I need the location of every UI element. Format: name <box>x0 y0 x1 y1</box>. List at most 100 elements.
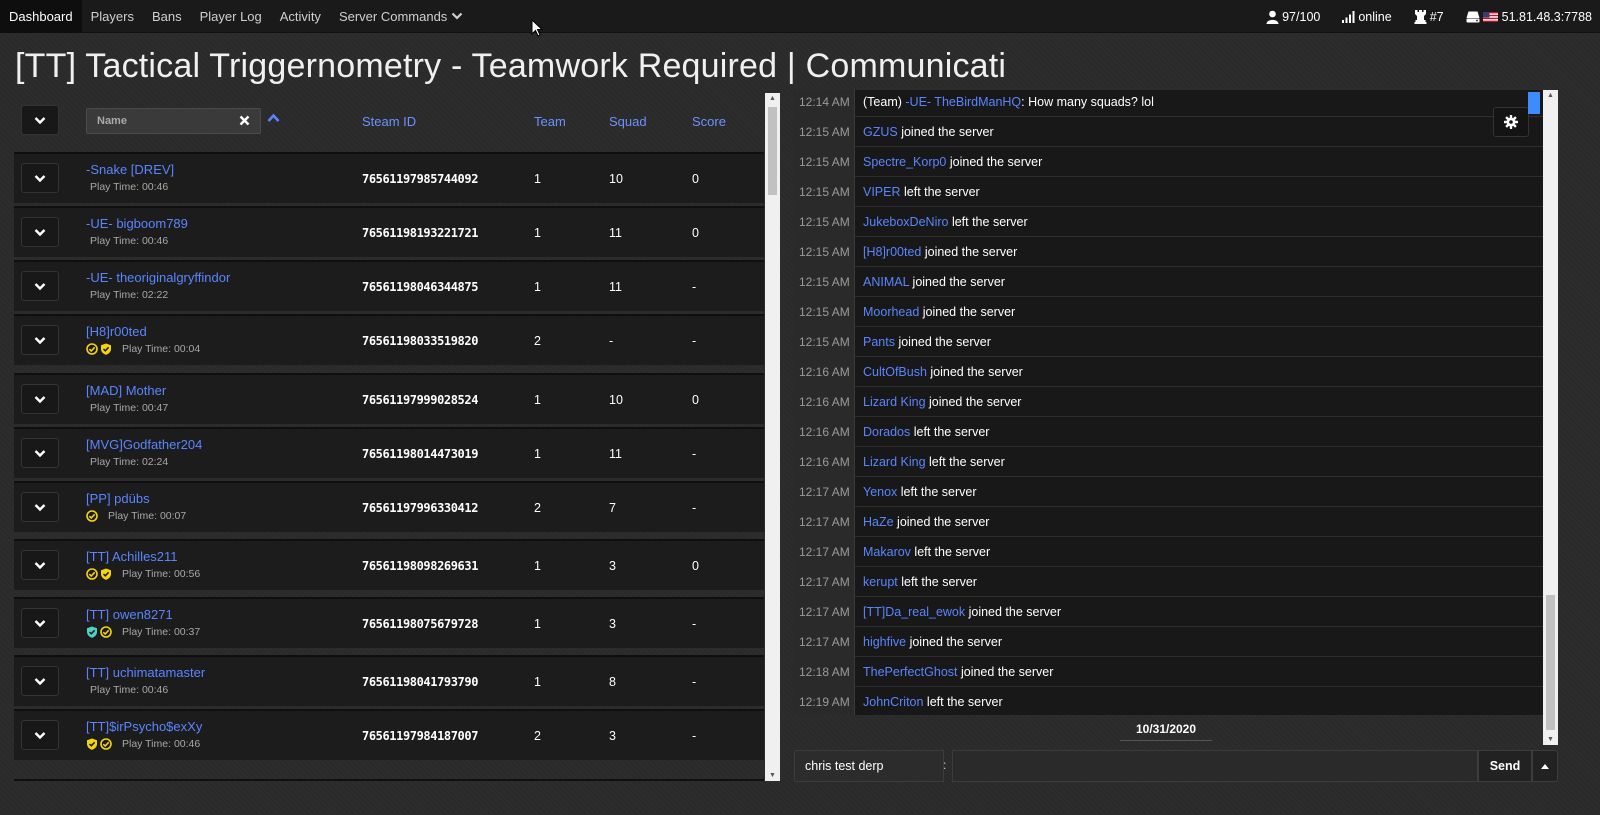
chat-name-field[interactable]: chris test derp <box>794 750 944 782</box>
chat-text: HaZe joined the server <box>855 515 989 529</box>
chat-event-text: joined the server <box>921 244 1018 259</box>
chat-player-link[interactable]: ThePerfectGhost <box>863 665 958 679</box>
player-name-link[interactable]: -UE- theoriginalgryffindor <box>86 270 230 285</box>
chat-player-link[interactable]: -UE- TheBirdManHQ <box>905 95 1021 109</box>
player-name-link[interactable]: [MVG]Godfather204 <box>86 437 202 452</box>
chat-settings-button[interactable] <box>1493 107 1529 137</box>
scroll-down-arrow-icon[interactable]: ▼ <box>769 772 776 779</box>
player-name-link[interactable]: [TT] owen8271 <box>86 607 173 622</box>
chat-player-link[interactable]: VIPER <box>863 185 901 199</box>
play-time: Play Time: 00:37 <box>118 626 200 638</box>
nav-server-commands[interactable]: Server Commands <box>330 0 472 33</box>
chat-message: 12:17 AM [TT]Da_real_ewok joined the serv… <box>793 596 1543 627</box>
player-name-link[interactable]: [TT] Achilles211 <box>86 549 178 564</box>
player-meta: Play Time: 00:46 <box>86 235 168 247</box>
chevron-down-icon <box>34 395 46 403</box>
scroll-down-arrow-icon[interactable]: ▼ <box>1547 736 1554 743</box>
bulk-actions-dropdown-button[interactable] <box>21 105 59 135</box>
steam-id: 76561198014473019 <box>362 447 479 461</box>
chat-player-link[interactable]: Spectre_Korp0 <box>863 155 946 169</box>
nav-bans[interactable]: Bans <box>143 0 191 33</box>
nav-activity[interactable]: Activity <box>271 0 330 33</box>
chat-player-link[interactable]: Makarov <box>863 545 911 559</box>
nav-players[interactable]: Players <box>82 0 143 33</box>
player-actions-dropdown-button[interactable] <box>21 608 59 638</box>
send-options-button[interactable] <box>1532 750 1558 782</box>
player-actions-dropdown-button[interactable] <box>21 438 59 468</box>
chat-player-link[interactable]: Moorhead <box>863 305 919 319</box>
player-table-scrollbar[interactable]: ▲ ▼ <box>765 93 780 781</box>
close-icon[interactable] <box>239 115 250 126</box>
server-address-stat: 51.81.48.3:7788 <box>1466 10 1592 24</box>
column-header-steam-id[interactable]: Steam ID <box>362 114 416 129</box>
player-actions-dropdown-button[interactable] <box>21 163 59 193</box>
player-table: Name Steam ID Team Squad Score -Snake [D… <box>14 93 780 781</box>
player-table-header: Name Steam ID Team Squad Score <box>14 93 764 149</box>
nav-dashboard[interactable]: Dashboard <box>0 0 82 33</box>
chat-timestamp: 12:17 AM <box>793 476 855 507</box>
player-name-link[interactable]: [TT] uchimatamaster <box>86 665 205 680</box>
scrollbar-thumb[interactable] <box>768 107 777 195</box>
chat-message: 12:16 AM CultOfBush joined the server <box>793 356 1543 387</box>
player-name-link[interactable]: -UE- bigboom789 <box>86 216 188 231</box>
chat-player-link[interactable]: kerupt <box>863 575 898 589</box>
server-status: online <box>1358 9 1392 24</box>
team-cell: 2 <box>534 334 541 348</box>
chat-scrollbar[interactable]: ▲ ▼ <box>1528 90 1558 745</box>
chat-message: 12:15 AM Pants joined the server <box>793 326 1543 357</box>
player-actions-dropdown-button[interactable] <box>21 550 59 580</box>
chat-player-link[interactable]: JukeboxDeNiro <box>863 215 948 229</box>
play-time: Play Time: 00:04 <box>118 343 200 355</box>
player-actions-dropdown-button[interactable] <box>21 384 59 414</box>
send-button[interactable]: Send <box>1478 750 1532 782</box>
scrollbar-thumb[interactable] <box>1546 595 1555 730</box>
nav-player-log[interactable]: Player Log <box>191 0 271 33</box>
chat-player-link[interactable]: JohnCriton <box>863 695 923 709</box>
name-column-filter[interactable]: Name <box>86 108 261 134</box>
player-name-link[interactable]: -Snake [DREV] <box>86 162 174 177</box>
player-name-link[interactable]: [H8]r00ted <box>86 324 147 339</box>
server-ip: 51.81.48.3:7788 <box>1501 9 1592 24</box>
player-actions-dropdown-button[interactable] <box>21 666 59 696</box>
scroll-up-arrow-icon[interactable]: ▲ <box>1547 92 1554 99</box>
chat-text: Lizard King joined the server <box>855 395 1021 409</box>
chat-player-link[interactable]: CultOfBush <box>863 365 927 379</box>
table-row: -UE- theoriginalgryffindor Play Time: 02:… <box>14 260 764 311</box>
chat-player-link[interactable]: highfive <box>863 635 906 649</box>
column-header-team[interactable]: Team <box>534 114 566 129</box>
chat-player-link[interactable]: Yenox <box>863 485 897 499</box>
hdd-icon <box>1466 11 1480 22</box>
chat-player-link[interactable]: Lizard King <box>863 455 926 469</box>
player-actions-dropdown-button[interactable] <box>21 492 59 522</box>
score-cell: - <box>692 729 697 743</box>
player-actions-dropdown-button[interactable] <box>21 720 59 750</box>
player-actions-dropdown-button[interactable] <box>21 325 59 355</box>
sort-ascending-icon[interactable] <box>267 113 280 123</box>
player-actions-dropdown-button[interactable] <box>21 217 59 247</box>
player-name-link[interactable]: [PP] pdübs <box>86 491 150 506</box>
chat-player-link[interactable]: Dorados <box>863 425 910 439</box>
chat-player-link[interactable]: Lizard King <box>863 395 926 409</box>
scroll-up-arrow-icon[interactable]: ▲ <box>769 95 776 102</box>
chat-player-link[interactable]: [H8]r00ted <box>863 245 921 259</box>
player-actions-dropdown-button[interactable] <box>21 271 59 301</box>
chat-event-text: joined the server <box>946 154 1043 169</box>
column-header-score[interactable]: Score <box>692 114 726 129</box>
rook-icon <box>1414 9 1427 24</box>
chat-timestamp: 12:17 AM <box>793 626 855 657</box>
chat-player-link[interactable]: [TT]Da_real_ewok <box>863 605 965 619</box>
chat-player-link[interactable]: HaZe <box>863 515 894 529</box>
chat-message-input[interactable] <box>952 750 1478 782</box>
squad-cell: 3 <box>609 617 616 631</box>
player-name-link[interactable]: [TT]$irPsycho$exXy <box>86 719 202 734</box>
player-name-link[interactable]: [MAD] Mother <box>86 383 166 398</box>
score-cell: - <box>692 675 697 689</box>
chat-event-text: : How many squads? lol <box>1021 94 1154 109</box>
play-time-prefix: Play Time: <box>122 568 174 580</box>
column-header-squad[interactable]: Squad <box>609 114 647 129</box>
chat-text: VIPER left the server <box>855 185 980 199</box>
chat-player-link[interactable]: ANIMAL <box>863 275 909 289</box>
chat-player-link[interactable]: GZUS <box>863 125 898 139</box>
chat-player-link[interactable]: Pants <box>863 335 895 349</box>
chat-message: 12:14 AM (Team) -UE- TheBirdManHQ: How ma… <box>793 90 1543 117</box>
